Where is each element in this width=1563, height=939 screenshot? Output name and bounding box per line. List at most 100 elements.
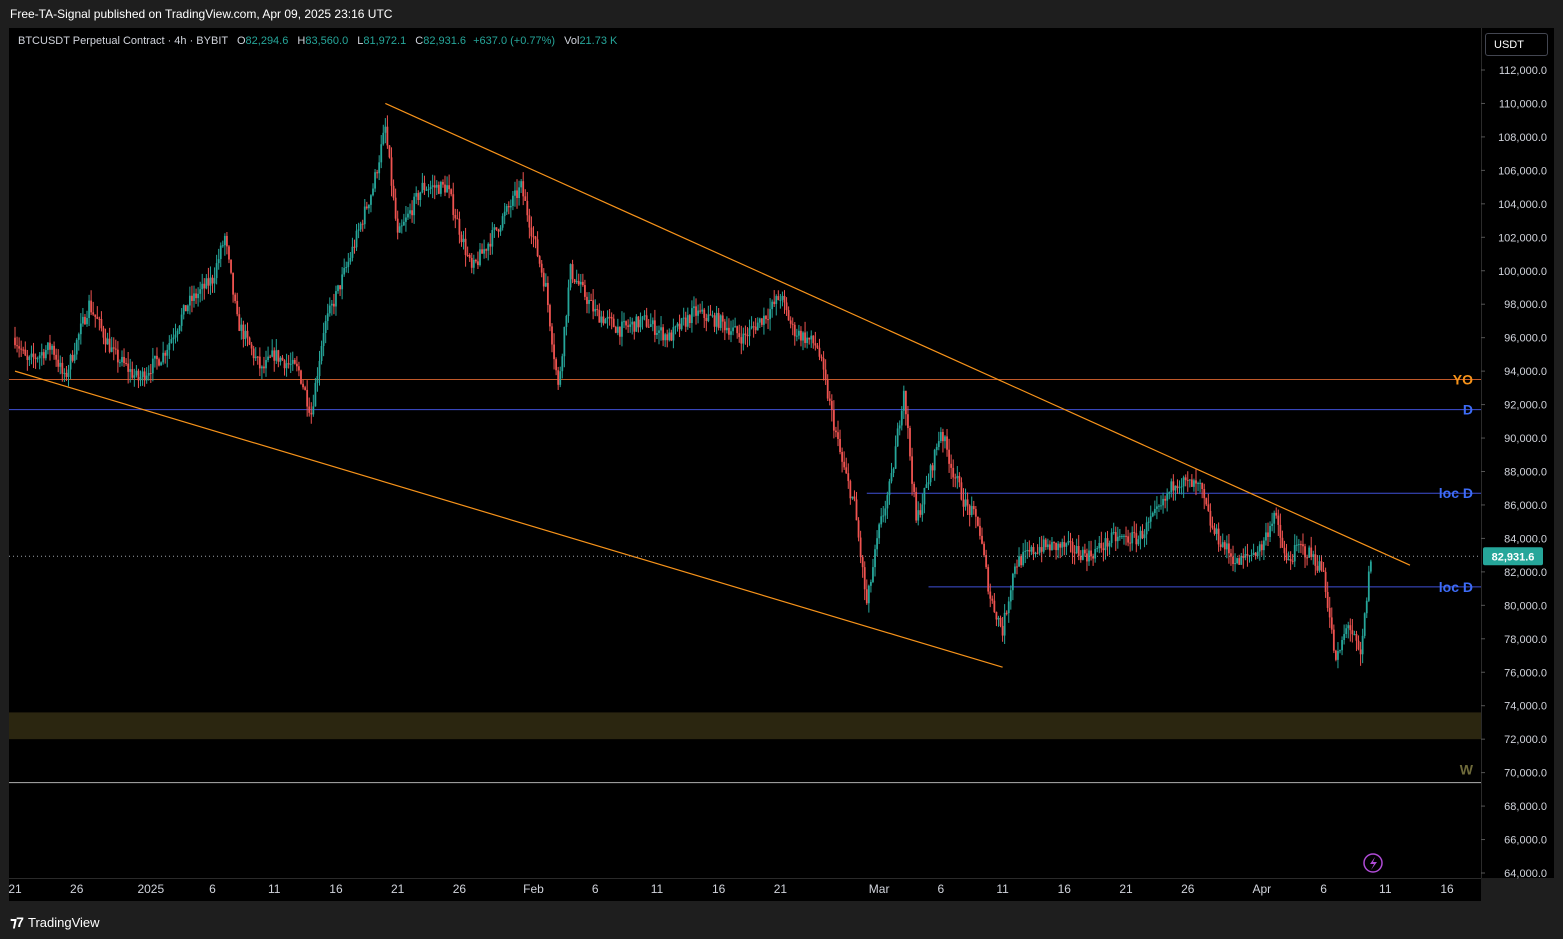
candle-body xyxy=(693,306,695,309)
candle-body xyxy=(631,321,634,325)
candle-body xyxy=(1151,512,1154,517)
candlestick-chart[interactable]: YO Dloc D loc D W 64,000.0 66,000.0 68,000.0 70… xyxy=(0,0,1563,939)
candles xyxy=(14,115,1372,669)
price-tick-label: 80,000.0 xyxy=(1504,600,1547,612)
candle-body xyxy=(1262,540,1265,551)
candle-body xyxy=(1077,546,1080,556)
candle-body xyxy=(1182,477,1185,487)
candle-body xyxy=(388,145,391,158)
candle-body xyxy=(254,356,257,359)
candle-body xyxy=(40,352,43,356)
candle-body xyxy=(919,510,922,515)
tradingview-brand[interactable]: ⁊7 TradingView xyxy=(10,914,100,931)
trendline-upper[interactable] xyxy=(385,102,1411,566)
candle-body xyxy=(442,181,444,185)
candle-body xyxy=(1260,544,1263,551)
candle-body xyxy=(1071,541,1074,553)
candle-body xyxy=(195,293,197,299)
candle-body xyxy=(1112,532,1115,534)
candle-body xyxy=(1341,640,1343,651)
candle-body xyxy=(662,327,665,341)
candle-body xyxy=(697,310,699,316)
candle-body xyxy=(1090,550,1092,557)
candle-body xyxy=(1242,555,1245,558)
candle-body xyxy=(1343,634,1346,641)
candle-body xyxy=(1228,543,1230,554)
candle-body xyxy=(423,182,426,191)
candle-body xyxy=(886,495,889,509)
candle-body xyxy=(991,598,994,601)
candle-body xyxy=(635,316,638,332)
candle-body xyxy=(462,238,465,243)
candle-body xyxy=(1314,554,1317,566)
candle-body xyxy=(1188,479,1191,481)
price-tick-label: 92,000.0 xyxy=(1504,400,1547,412)
candle-body xyxy=(1345,628,1348,635)
candle-body xyxy=(983,543,985,556)
candle-body xyxy=(1061,542,1064,548)
candle-body xyxy=(380,144,383,163)
candle-body xyxy=(857,520,860,538)
candle-body xyxy=(188,295,191,306)
candle-body xyxy=(732,327,734,332)
candle-body xyxy=(1297,544,1300,546)
price-tick-label: 82,000.0 xyxy=(1504,567,1547,579)
candle-body xyxy=(750,326,753,329)
candle-body xyxy=(271,350,274,357)
candle-body xyxy=(935,447,938,450)
candle-body xyxy=(308,406,311,413)
trendline-lower[interactable] xyxy=(14,370,1003,668)
candle-body xyxy=(119,362,121,364)
candle-body xyxy=(894,446,897,469)
candle-body xyxy=(1110,532,1113,543)
candle-body xyxy=(641,316,644,320)
candle-body xyxy=(209,277,212,286)
candle-body xyxy=(1230,553,1232,557)
candle-body xyxy=(1166,493,1169,501)
candle-body xyxy=(507,206,510,208)
candle-body xyxy=(472,259,475,268)
candle-body xyxy=(701,309,704,312)
candle-body xyxy=(937,441,940,448)
candle-body xyxy=(1361,635,1364,655)
candle-body xyxy=(405,217,407,222)
candle-body xyxy=(71,354,74,361)
close-value: 82,931.6 xyxy=(423,35,467,47)
candle-body xyxy=(1059,543,1062,548)
candle-body xyxy=(867,585,870,604)
candle-body xyxy=(384,126,387,133)
candle-body xyxy=(79,323,82,335)
candle-body xyxy=(1339,650,1341,652)
candle-body xyxy=(1246,554,1249,556)
candle-body xyxy=(90,300,93,313)
candle-body xyxy=(600,316,603,323)
candle-body xyxy=(499,227,502,232)
currency-selector[interactable]: USDT xyxy=(1485,33,1548,56)
candle-body xyxy=(359,223,362,230)
candle-body xyxy=(156,355,158,360)
candle-body xyxy=(322,333,325,346)
candle-body xyxy=(129,369,132,372)
candle-body xyxy=(581,281,584,286)
candle-body xyxy=(139,377,142,381)
candle-body xyxy=(902,390,905,411)
candle-body xyxy=(526,200,529,216)
candle-body xyxy=(1030,547,1033,552)
candle-body xyxy=(645,315,648,327)
candle-body xyxy=(207,278,210,286)
candle-body xyxy=(606,316,609,320)
symbol-name[interactable]: BTCUSDT Perpetual Contract · 4h · BYBIT xyxy=(18,35,228,47)
candle-body xyxy=(291,359,294,364)
candle-body xyxy=(1304,546,1306,558)
candle-body xyxy=(890,473,893,482)
candle-body xyxy=(154,355,156,359)
candle-body xyxy=(110,347,113,352)
candle-body xyxy=(102,328,105,338)
candle-body xyxy=(806,337,809,344)
candle-body xyxy=(917,510,920,521)
candle-body xyxy=(306,389,309,407)
candle-body xyxy=(1129,542,1132,544)
candle-body xyxy=(746,335,749,337)
candle-body xyxy=(100,319,103,329)
candle-body xyxy=(1018,556,1020,567)
